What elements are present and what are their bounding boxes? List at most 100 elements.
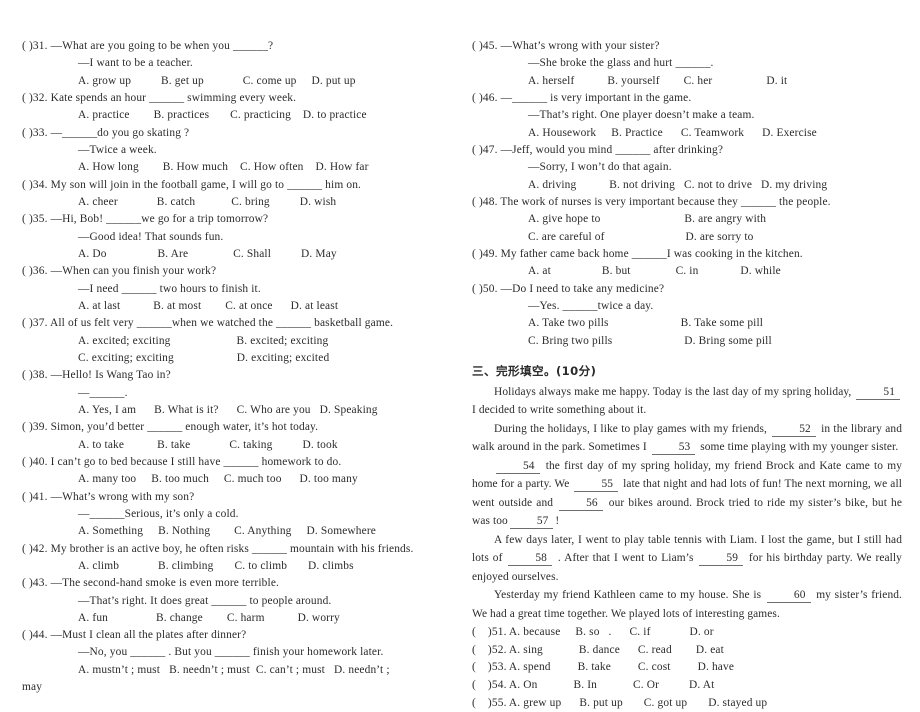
cloze-option-row[interactable]: ( )51. A. because B. so . C. if D. or (472, 624, 902, 642)
question-stem: ( )47. —Jeff, would you mind ______ afte… (472, 143, 724, 156)
question-options-line[interactable]: A. fun B. change C. harm D. worry (22, 610, 454, 627)
question-stem: ( )43. —The second-hand smoke is even mo… (22, 577, 280, 590)
question-item: ( )32. Kate spends an hour ______ swimmi… (22, 90, 454, 125)
question-item: ( )44. —Must I clean all the plates afte… (22, 627, 454, 696)
exam-paper-page: ( )31. —What are you going to be when yo… (0, 0, 920, 709)
question-stem: ( )46. —______ is very important in the … (472, 91, 692, 104)
passage-paragraph: 54 the first day of my spring holiday, m… (472, 459, 902, 530)
question-item: ( )46. —______ is very important in the … (472, 90, 902, 142)
question-item: ( )37. All of us felt very ______when we… (22, 315, 454, 367)
question-options-line[interactable]: A. to take B. take C. taking D. took (22, 437, 454, 454)
numbered-blank[interactable]: 55 (574, 478, 619, 493)
passage-paragraph: During the holidays, I like to play game… (472, 422, 903, 456)
passage-paragraph: Holidays always make me happy. Today is … (472, 383, 902, 420)
cloze-passage: Holidays always make me happy. Today is … (472, 383, 902, 623)
right-question-list: ( )45. —What’s wrong with your sister? —S… (472, 38, 902, 350)
question-item: ( )31. —What are you going to be when yo… (22, 38, 454, 90)
numbered-blank[interactable]: 60 (766, 589, 811, 604)
numbered-blank[interactable]: 53 (651, 441, 696, 456)
question-stem: ( )37. All of us felt very ______when we… (22, 317, 394, 330)
left-question-list: ( )31. —What are you going to be when yo… (22, 38, 454, 696)
question-item: ( )40. I can’t go to bed because I still… (22, 454, 454, 489)
numbered-blank[interactable]: 56 (559, 497, 603, 511)
question-options-line[interactable]: A. mustn’t ; must B. needn’t ; must C. c… (22, 662, 454, 679)
question-item: ( )33. —______do you go skating ? —Twice … (22, 125, 454, 177)
cloze-option-list: ( )51. A. because B. so . C. if D. or( )… (472, 624, 902, 712)
question-stem: ( )34. My son will join in the football … (22, 178, 362, 191)
question-reply-line: —That’s right. It does great ______ to p… (78, 594, 332, 607)
question-reply-line: —Twice a week. (78, 143, 157, 156)
numbered-blank[interactable]: 58 (508, 552, 552, 567)
question-item: ( )42. My brother is an active boy, he o… (22, 541, 454, 576)
section-heading-cloze: 三、完形填空。(10分) (472, 363, 597, 378)
numbered-blank[interactable]: 59 (699, 552, 743, 567)
question-options-line[interactable]: A. grow up B. get up C. come up D. put u… (22, 73, 454, 90)
question-reply-line: —I need ______ two hours to finish it. (78, 282, 261, 295)
question-item: ( )45. —What’s wrong with your sister? —S… (472, 38, 902, 90)
question-item: ( )35. —Hi, Bob! ______we go for a trip … (22, 211, 454, 263)
question-options-line[interactable]: A. Do B. Are C. Shall D. May (22, 246, 454, 263)
question-item: ( )38. —Hello! Is Wang Tao in? —______. A.… (22, 367, 454, 419)
question-options-line[interactable]: A. practice B. practices C. practicing D… (22, 107, 454, 124)
numbered-blank[interactable]: 51 (856, 386, 900, 400)
question-stem: ( )39. Simon, you’d better ______ enough… (22, 421, 319, 434)
question-reply-line: —Sorry, I won’t do that again. (528, 161, 672, 174)
question-options-line[interactable]: C. Bring two pills D. Bring some pill (472, 333, 902, 350)
numbered-blank[interactable]: 54 (496, 460, 540, 474)
question-stem: ( )36. —When can you finish your work? (22, 265, 217, 278)
question-stem: ( )31. —What are you going to be when yo… (22, 40, 274, 52)
question-stem: ( )41. —What’s wrong with my son? (22, 490, 195, 503)
question-stem: ( )38. —Hello! Is Wang Tao in? (22, 369, 171, 382)
question-options-line[interactable]: A. Housework B. Practice C. Teamwork D. … (472, 125, 902, 142)
question-stem: ( )44. —Must I clean all the plates afte… (22, 629, 247, 642)
question-options-line[interactable]: A. driving B. not driving C. not to driv… (472, 177, 902, 194)
question-options-line[interactable]: A. herself B. yourself C. her D. it (472, 73, 902, 90)
question-options-line[interactable]: A. many too B. too much C. much too D. t… (22, 471, 454, 488)
right-column: ( )45. —What’s wrong with your sister? —S… (472, 38, 902, 712)
question-item: ( )49. My father came back home ______I … (472, 246, 902, 281)
question-stem: ( )35. —Hi, Bob! ______we go for a trip … (22, 213, 269, 226)
question-options-line[interactable]: A. excited; exciting B. excited; excitin… (22, 333, 454, 350)
question-item: ( )36. —When can you finish your work? —I… (22, 263, 454, 315)
question-options-overflow[interactable]: may (22, 679, 454, 696)
question-stem: ( )48. The work of nurses is very import… (472, 195, 831, 208)
question-options-line[interactable]: A. climb B. climbing C. to climb D. clim… (22, 558, 454, 575)
question-item: ( )50. —Do I need to take any medicine? —… (472, 281, 902, 350)
question-options-line[interactable]: A. How long B. How much C. How often D. … (22, 159, 454, 176)
numbered-blank[interactable]: 52 (772, 423, 816, 437)
question-options-line[interactable]: A. Something B. Nothing C. Anything D. S… (22, 523, 454, 540)
question-stem: ( )42. My brother is an active boy, he o… (22, 542, 414, 555)
question-options-line[interactable]: C. are careful of D. are sorry to (472, 229, 902, 246)
question-reply-line: —______Serious, it’s only a cold. (78, 507, 239, 520)
cloze-option-row[interactable]: ( )54. A. On B. In C. Or D. At (472, 677, 902, 695)
question-stem: ( )40. I can’t go to bed because I still… (22, 455, 342, 468)
question-item: ( )43. —The second-hand smoke is even mo… (22, 575, 454, 627)
left-column: ( )31. —What are you going to be when yo… (22, 38, 454, 696)
question-options-line[interactable]: A. Take two pills B. Take some pill (472, 315, 902, 332)
two-column-layout: ( )31. —What are you going to be when yo… (22, 38, 902, 712)
question-options-line[interactable]: A. Yes, I am B. What is it? C. Who are y… (22, 402, 454, 419)
question-reply-line: —I want to be a teacher. (78, 57, 193, 70)
question-options-line[interactable]: A. give hope to B. are angry with (472, 211, 902, 228)
question-stem: ( )45. —What’s wrong with your sister? (472, 40, 660, 52)
question-options-line[interactable]: A. cheer B. catch C. bring D. wish (22, 194, 454, 211)
question-item: ( )41. —What’s wrong with my son? —______… (22, 489, 454, 541)
question-options-line[interactable]: C. exciting; exciting D. exciting; excit… (22, 350, 454, 367)
question-item: ( )39. Simon, you’d better ______ enough… (22, 419, 454, 454)
question-item: ( )48. The work of nurses is very import… (472, 194, 902, 246)
question-stem: ( )32. Kate spends an hour ______ swimmi… (22, 91, 297, 104)
cloze-option-row[interactable]: ( )53. A. spend B. take C. cost D. have (472, 659, 902, 677)
question-stem: ( )49. My father came back home ______I … (472, 247, 803, 260)
question-stem: ( )50. —Do I need to take any medicine? (472, 282, 665, 295)
question-item: ( )47. —Jeff, would you mind ______ afte… (472, 142, 902, 194)
numbered-blank[interactable]: 57 (509, 515, 554, 530)
question-reply-line: —She broke the glass and hurt ______. (528, 57, 714, 70)
passage-paragraph: Yesterday my friend Kathleen came to my … (472, 589, 902, 620)
question-options-line[interactable]: A. at last B. at most C. at once D. at l… (22, 298, 454, 315)
question-item: ( )34. My son will join in the football … (22, 177, 454, 212)
question-reply-line: —Good idea! That sounds fun. (78, 230, 224, 243)
cloze-option-row[interactable]: ( )52. A. sing B. dance C. read D. eat (472, 642, 902, 660)
question-options-line[interactable]: A. at B. but C. in D. while (472, 263, 902, 280)
cloze-option-row[interactable]: ( )55. A. grew up B. put up C. got up D.… (472, 695, 902, 712)
passage-paragraph: A few days later, I went to play table t… (472, 533, 902, 583)
